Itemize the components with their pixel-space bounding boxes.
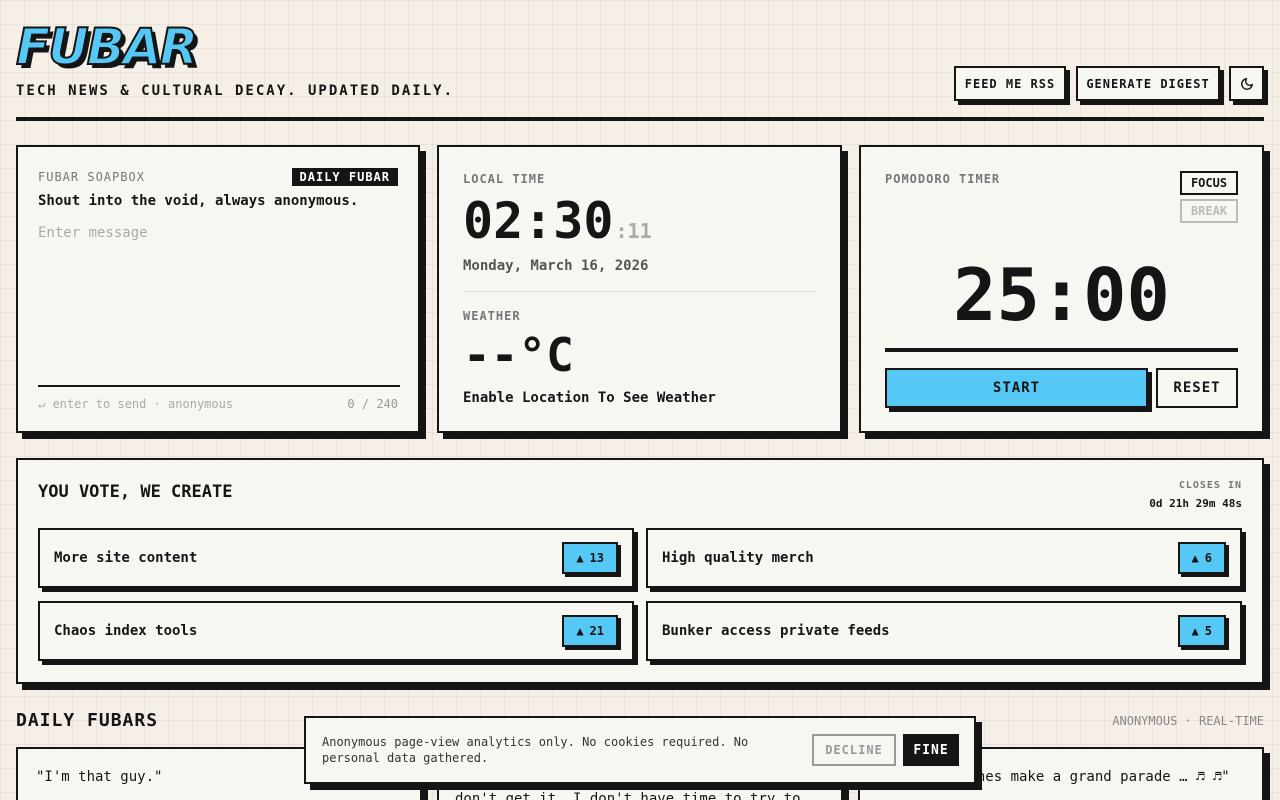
upvote-button[interactable]: ▲ 5 — [1177, 615, 1226, 647]
consent-message: Anonymous page-view analytics only. No c… — [322, 735, 749, 765]
pomodoro-reset-button[interactable]: RESET — [1156, 368, 1238, 408]
moon-icon — [1240, 77, 1253, 90]
focus-mode-button[interactable]: FOCUS — [1180, 171, 1238, 195]
vote-option[interactable]: High quality merch ▲ 6 — [646, 528, 1242, 588]
vote-count: 5 — [1204, 624, 1212, 638]
pomodoro-label: POMODORO TIMER — [885, 172, 1001, 186]
local-time-label: LOCAL TIME — [463, 172, 546, 186]
reset-button-label: RESET — [1173, 380, 1221, 396]
site-tagline: TECH NEWS & CULTURAL DECAY. UPDATED DAIL… — [16, 83, 455, 99]
pomodoro-card: POMODORO TIMER FOCUS BREAK 25:00 START R… — [859, 145, 1264, 433]
clock-divider — [463, 291, 816, 292]
generate-digest-button[interactable]: GENERATE DIGEST — [1076, 66, 1220, 101]
soapbox-label: FUBAR SOAPBOX — [38, 170, 145, 184]
soapbox-card: FUBAR SOAPBOX DAILY FUBAR Shout into the… — [16, 145, 420, 433]
vote-title: YOU VOTE, WE CREATE — [38, 482, 233, 502]
soapbox-divider — [38, 385, 400, 387]
vote-count: 13 — [589, 551, 604, 565]
vote-option-title: Chaos index tools — [54, 623, 198, 639]
clock-seconds: :11 — [615, 219, 652, 243]
decline-button[interactable]: DECLINE — [812, 734, 896, 766]
pomodoro-display: 25:00 — [953, 253, 1170, 337]
triangle-up-icon: ▲ — [1191, 551, 1199, 565]
upvote-button[interactable]: ▲ 6 — [1177, 542, 1226, 574]
clock-weather-card: LOCAL TIME 02:30 :11 Monday, March 16, 2… — [437, 145, 842, 433]
weather-label: WEATHER — [463, 309, 521, 323]
soapbox-message-input[interactable] — [38, 225, 398, 365]
vote-closes-label: CLOSES IN — [1178, 480, 1242, 491]
clock-time: 02:30 — [463, 192, 614, 250]
vote-option-title: Bunker access private feeds — [662, 623, 890, 639]
vote-option-title: High quality merch — [662, 550, 814, 566]
fubar-card-text: don't get it. I don't have time to try t… — [455, 791, 801, 800]
generate-digest-label: GENERATE DIGEST — [1086, 76, 1210, 91]
rss-button[interactable]: FEED ME RSS — [954, 66, 1066, 101]
vote-count: 6 — [1204, 551, 1212, 565]
vote-countdown: 0d 21h 29m 48s — [1149, 497, 1242, 510]
soapbox-subtitle: Shout into the void, always anonymous. — [38, 193, 359, 209]
triangle-up-icon: ▲ — [1191, 624, 1199, 638]
vote-option[interactable]: More site content ▲ 13 — [38, 528, 634, 588]
header-divider — [16, 117, 1264, 121]
clock-display: 02:30 :11 — [463, 191, 652, 251]
vote-option-title: More site content — [54, 550, 198, 566]
theme-toggle-button[interactable] — [1229, 66, 1264, 101]
fubar-card-text: bones make a grand parade … ♬ ♬" — [960, 769, 1230, 785]
daily-fubars-meta: ANONYMOUS · REAL-TIME — [1112, 714, 1264, 728]
accept-button[interactable]: FINE — [903, 734, 959, 766]
pomodoro-start-button[interactable]: START — [885, 368, 1148, 408]
upvote-button[interactable]: ▲ 21 — [562, 615, 618, 647]
vote-card: YOU VOTE, WE CREATE CLOSES IN 0d 21h 29m… — [16, 458, 1264, 684]
vote-option[interactable]: Bunker access private feeds ▲ 5 — [646, 601, 1242, 661]
triangle-up-icon: ▲ — [576, 624, 584, 638]
soapbox-hint: ↵ enter to send · anonymous — [38, 397, 234, 411]
daily-fubar-badge: DAILY FUBAR — [291, 168, 398, 186]
fubar-card-text: "I'm that guy." — [36, 769, 163, 785]
weather-temp: --°C — [463, 328, 574, 382]
weather-message: Enable Location To See Weather — [463, 390, 716, 406]
daily-fubars-title: DAILY FUBARS — [16, 710, 159, 731]
vote-option[interactable]: Chaos index tools ▲ 21 — [38, 601, 634, 661]
pomodoro-progress-bar — [885, 348, 1238, 352]
upvote-button[interactable]: ▲ 13 — [562, 542, 618, 574]
start-button-label: START — [992, 380, 1041, 396]
analytics-consent-banner: Anonymous page-view analytics only. No c… — [304, 716, 976, 784]
vote-count: 21 — [589, 624, 604, 638]
site-logo[interactable]: FUBAR — [15, 21, 199, 73]
clock-date: Monday, March 16, 2026 — [463, 258, 649, 274]
rss-button-label: FEED ME RSS — [964, 76, 1056, 91]
soapbox-char-counter: 0 / 240 — [347, 397, 398, 411]
triangle-up-icon: ▲ — [576, 551, 584, 565]
break-mode-button[interactable]: BREAK — [1180, 199, 1238, 223]
